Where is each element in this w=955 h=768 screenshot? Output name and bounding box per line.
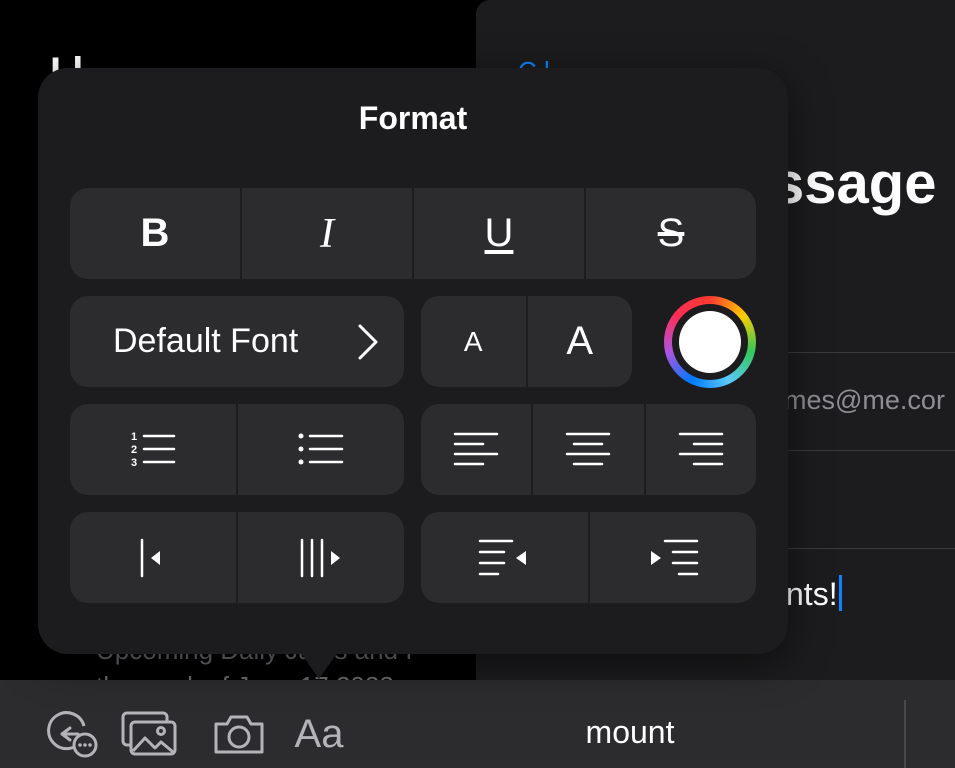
message-body[interactable]: nts! <box>786 575 842 613</box>
default-font-button[interactable]: Default Font <box>70 296 404 387</box>
from-field[interactable]: mes@me.cor <box>784 385 945 416</box>
numbered-list-icon: 123 <box>131 431 176 469</box>
decrease-indent-button[interactable] <box>421 512 590 603</box>
font-name-label: Default Font <box>113 322 299 360</box>
predictive-suggestion[interactable]: mount <box>560 714 700 751</box>
numbered-list-button[interactable]: 123 <box>70 404 238 495</box>
popover-title: Format <box>358 100 468 136</box>
align-center-button[interactable] <box>533 404 646 495</box>
decrease-font-size-button[interactable]: A <box>421 296 528 387</box>
strikethrough-button[interactable]: S <box>586 188 756 279</box>
svg-text:1: 1 <box>131 431 137 443</box>
bulleted-list-button[interactable] <box>238 404 404 495</box>
font-size-group: A A <box>421 296 632 387</box>
decrease-quote-level-button[interactable] <box>70 512 238 603</box>
suggestion-divider <box>904 700 906 768</box>
align-left-button[interactable] <box>421 404 534 495</box>
outdent-icon <box>479 539 527 575</box>
align-left-icon <box>453 432 499 465</box>
alignment-group <box>421 404 756 495</box>
message-body-text: nts! <box>786 576 838 612</box>
format-text-button[interactable]: Aa <box>292 710 346 758</box>
quote-level-group <box>70 512 404 603</box>
increase-quote-level-button[interactable] <box>238 512 404 603</box>
align-center-icon <box>566 432 611 465</box>
underline-button[interactable]: U <box>414 188 586 279</box>
indent-icon <box>650 539 698 575</box>
svg-text:2: 2 <box>131 444 137 456</box>
popover-arrow <box>301 653 337 679</box>
bulleted-list-icon <box>298 433 344 464</box>
chevron-right-icon <box>358 324 378 359</box>
align-right-button[interactable] <box>646 404 756 495</box>
format-popover: Format B I U S Default Font A A 123 <box>38 68 788 654</box>
camera-icon[interactable] <box>212 710 266 758</box>
italic-button[interactable]: I <box>242 188 414 279</box>
compose-heading: ssage <box>772 151 937 216</box>
increase-indent-button[interactable] <box>590 512 757 603</box>
svg-text:3: 3 <box>131 457 137 469</box>
reply-options-icon[interactable] <box>44 710 98 758</box>
align-right-icon <box>678 432 724 465</box>
decrease-quote-icon <box>140 538 160 577</box>
list-style-group: 123 <box>70 404 404 495</box>
color-wheel-ring <box>672 304 748 380</box>
text-style-group: B I U S <box>70 188 756 279</box>
divider <box>776 548 955 549</box>
text-cursor <box>838 575 842 611</box>
increase-font-size-button[interactable]: A <box>528 296 633 387</box>
divider <box>776 450 955 451</box>
selected-color-swatch <box>679 311 741 373</box>
divider <box>776 352 955 353</box>
indent-group <box>421 512 756 603</box>
increase-quote-icon <box>300 538 340 577</box>
text-color-picker[interactable] <box>664 296 756 388</box>
bold-button[interactable]: B <box>70 188 242 279</box>
photo-library-icon[interactable] <box>121 710 177 758</box>
